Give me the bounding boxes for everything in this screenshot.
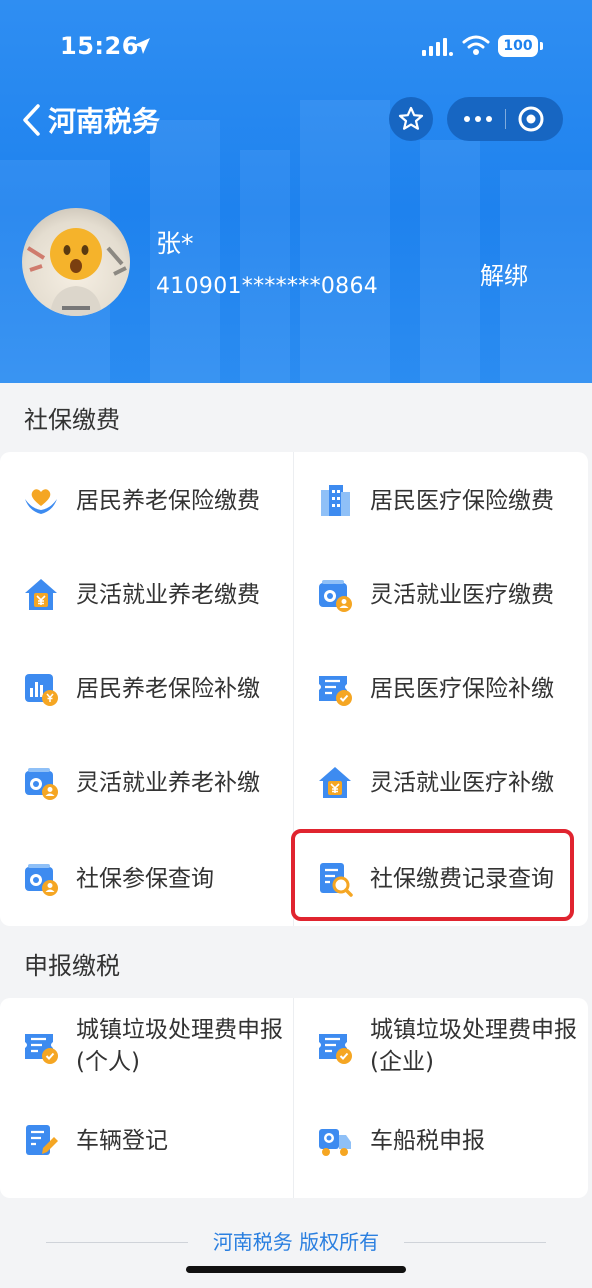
truck-icon xyxy=(319,1129,351,1156)
status-bar: 15:26 100 xyxy=(0,30,592,66)
menu-item-label: 灵活就业医疗补缴 xyxy=(370,770,554,796)
menu-item-sublabel: (个人) xyxy=(76,1049,140,1075)
menu-item-flexible-medical-pay[interactable]: 灵活就业医疗缴费 xyxy=(316,576,554,614)
menu-item-label: 社保参保查询 xyxy=(76,866,214,892)
menu-item-label: 灵活就业医疗缴费 xyxy=(370,582,554,608)
battery-nub xyxy=(540,42,543,50)
menu-item-label: 灵活就业养老补缴 xyxy=(76,770,260,796)
building-icon xyxy=(321,485,350,516)
house-yuan-icon xyxy=(25,579,57,610)
menu-item-flexible-medical-backpay[interactable]: 灵活就业医疗补缴 xyxy=(316,764,554,802)
menu-item-resident-medical-pay[interactable]: 居民医疗保险缴费 xyxy=(316,482,554,520)
wifi-icon xyxy=(462,35,490,55)
chart-yuan-icon xyxy=(25,674,58,706)
footer-copyright: 河南税务 版权所有 xyxy=(212,1230,380,1254)
avatar xyxy=(22,208,130,316)
menu-item-label: 灵活就业养老缴费 xyxy=(76,582,260,608)
menu-item-label: 居民养老保险补缴 xyxy=(76,676,260,702)
menu-item-vehicle-registration[interactable]: 车辆登记 xyxy=(22,1122,168,1160)
menu-item-resident-pension-backpay[interactable]: 居民养老保险补缴 xyxy=(22,670,260,708)
menu-item-vehicle-vessel-tax[interactable]: 车船税申报 xyxy=(316,1122,485,1160)
menu-item-label: 车船税申报 xyxy=(370,1128,485,1154)
user-id-number: 410901*******0864 xyxy=(156,274,379,299)
menu-item-label: 居民医疗保险缴费 xyxy=(370,488,554,514)
mini-program-capsule xyxy=(447,97,563,141)
menu-item-label: 车辆登记 xyxy=(76,1128,168,1154)
menu-item-label: 居民医疗保险补缴 xyxy=(370,676,554,702)
id-card-user-icon xyxy=(25,864,58,896)
status-time: 15:26 xyxy=(60,32,139,60)
star-outline-icon xyxy=(398,106,424,130)
close-target-icon[interactable] xyxy=(517,105,545,133)
menu-item-label: 居民养老保险缴费 xyxy=(76,488,260,514)
menu-item-flexible-pension-pay[interactable]: 灵活就业养老缴费 xyxy=(22,576,260,614)
home-indicator xyxy=(186,1266,406,1273)
menu-item-garbage-fee-personal[interactable]: 城镇垃圾处理费申报 (个人) xyxy=(22,1014,283,1078)
heart-hands-icon xyxy=(25,489,57,514)
menu-item-social-insurance-query[interactable]: 社保参保查询 xyxy=(22,860,214,898)
menu-item-label: 城镇垃圾处理费申报 xyxy=(370,1017,577,1043)
header-banner: 15:26 100 河南税务 张* 410901*******0864 解绑 xyxy=(0,0,592,383)
capsule-divider xyxy=(505,109,506,129)
menu-item-resident-pension-pay[interactable]: 居民养老保险缴费 xyxy=(22,482,260,520)
location-arrow-icon xyxy=(134,38,150,54)
unbind-button[interactable]: 解绑 xyxy=(480,256,528,291)
ticket-check-icon xyxy=(319,676,352,706)
id-card-user-icon xyxy=(25,768,58,800)
page-title: 河南税务 xyxy=(48,105,161,138)
favorite-button[interactable] xyxy=(389,97,433,141)
emoji-face-icon xyxy=(26,228,127,316)
house-yuan-icon xyxy=(319,767,351,798)
ticket-check-icon xyxy=(25,1034,58,1064)
menu-item-garbage-fee-enterprise[interactable]: 城镇垃圾处理费申报 (企业) xyxy=(316,1014,577,1078)
highlight-box xyxy=(291,829,574,921)
menu-item-sublabel: (企业) xyxy=(370,1049,434,1075)
cellular-signal-icon xyxy=(422,38,453,56)
more-dots-icon[interactable] xyxy=(461,105,495,133)
id-card-user-icon xyxy=(319,580,352,612)
user-name: 张* xyxy=(156,229,194,258)
back-chevron-icon[interactable] xyxy=(20,102,44,138)
document-edit-icon xyxy=(26,1125,58,1155)
menu-item-label-group: 城镇垃圾处理费申报 (个人) xyxy=(76,1014,283,1078)
menu-item-flexible-pension-backpay[interactable]: 灵活就业养老补缴 xyxy=(22,764,260,802)
menu-item-label: 城镇垃圾处理费申报 xyxy=(76,1017,283,1043)
battery-indicator: 100 xyxy=(498,35,538,57)
section-title-tax-filing: 申报缴税 xyxy=(24,952,120,980)
nav-bar: 河南税务 xyxy=(0,92,592,146)
ticket-check-icon xyxy=(319,1034,352,1064)
section-title-social-security: 社保缴费 xyxy=(24,406,120,434)
menu-item-label-group: 城镇垃圾处理费申报 (企业) xyxy=(370,1014,577,1078)
menu-item-resident-medical-backpay[interactable]: 居民医疗保险补缴 xyxy=(316,670,554,708)
column-divider xyxy=(293,998,294,1198)
